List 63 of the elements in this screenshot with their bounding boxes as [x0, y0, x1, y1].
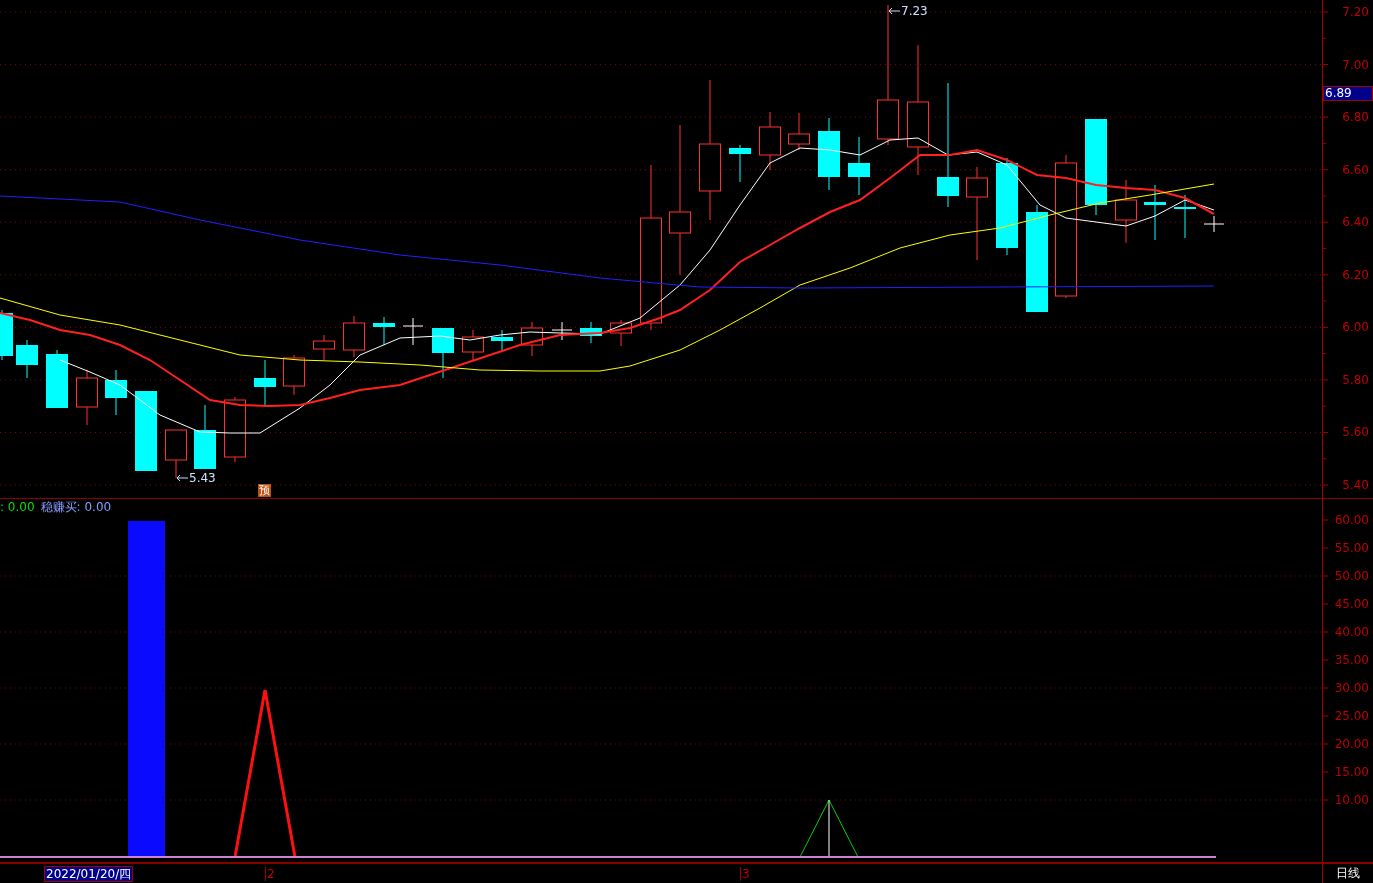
- candlestick: [759, 111, 781, 171]
- indicator-label: 55.00: [1334, 541, 1369, 555]
- period-label[interactable]: 日线: [1336, 865, 1360, 882]
- candlestick: [224, 396, 246, 463]
- current-price-label: 6.89: [1323, 86, 1373, 102]
- month-label: 3: [740, 866, 750, 881]
- arrow-icon: [888, 7, 900, 15]
- candlestick: [551, 321, 573, 341]
- indicator-label: 20.00: [1334, 737, 1369, 751]
- price-label: 6.40: [1342, 215, 1369, 230]
- indicator-label: 60.00: [1334, 513, 1369, 527]
- price-marker: 7.23: [901, 4, 928, 18]
- indicator-label: 35.00: [1334, 653, 1369, 667]
- indicator-legend-value: 稳赚买: 0.00: [40, 500, 112, 514]
- price-label: 6.20: [1342, 267, 1369, 282]
- candlestick: [46, 349, 68, 409]
- price-label: 6.00: [1342, 320, 1369, 335]
- candlestick: [521, 321, 543, 357]
- price-label: 6.80: [1342, 110, 1369, 125]
- indicator-label: 45.00: [1334, 597, 1369, 611]
- candlestick: [373, 316, 395, 346]
- candlestick: [729, 144, 751, 183]
- indicator-label: 15.00: [1334, 765, 1369, 779]
- candlestick: [283, 354, 305, 396]
- candlestick: [1144, 184, 1166, 241]
- candlestick: [1115, 179, 1137, 244]
- candlestick: [16, 339, 38, 379]
- indicator-label: 50.00: [1334, 569, 1369, 583]
- candlestick: [491, 329, 513, 351]
- price-marker: 5.43: [189, 471, 216, 485]
- candlestick: [0, 309, 13, 361]
- candlestick: [610, 319, 632, 347]
- arrow-icon: [176, 474, 188, 482]
- forecast-badge: 预: [258, 484, 271, 497]
- indicator-label: 40.00: [1334, 625, 1369, 639]
- candlestick: [1174, 194, 1196, 239]
- price-label: 7.00: [1342, 57, 1369, 72]
- indicator-label: 25.00: [1334, 709, 1369, 723]
- candlestick: [76, 369, 98, 426]
- indicator-legend-value: : 0.00: [0, 500, 35, 514]
- month-label: 2: [265, 866, 275, 881]
- candlestick: [105, 369, 127, 416]
- price-label: 5.40: [1342, 478, 1369, 493]
- candlestick: [462, 329, 484, 361]
- indicator-peak-line: [799, 799, 859, 858]
- candlestick: [432, 327, 454, 379]
- candlestick: [848, 136, 870, 196]
- candlestick: [343, 315, 365, 358]
- price-label: 7.20: [1342, 5, 1369, 19]
- price-label: 5.60: [1342, 425, 1369, 440]
- candlestick: [194, 404, 216, 470]
- indicator-label: 30.00: [1334, 681, 1369, 695]
- candlestick: [313, 334, 335, 361]
- candlestick: [165, 429, 187, 479]
- candlestick: [580, 321, 602, 344]
- candlestick: [254, 359, 276, 408]
- candlestick: [1203, 215, 1225, 233]
- indicator-label: 10.00: [1334, 793, 1369, 807]
- price-label: 5.80: [1342, 372, 1369, 387]
- candlestick: [402, 317, 424, 346]
- price-label: 6.60: [1342, 162, 1369, 177]
- cursor-date: 2022/01/20/四: [44, 865, 134, 882]
- candlestick: [788, 112, 810, 151]
